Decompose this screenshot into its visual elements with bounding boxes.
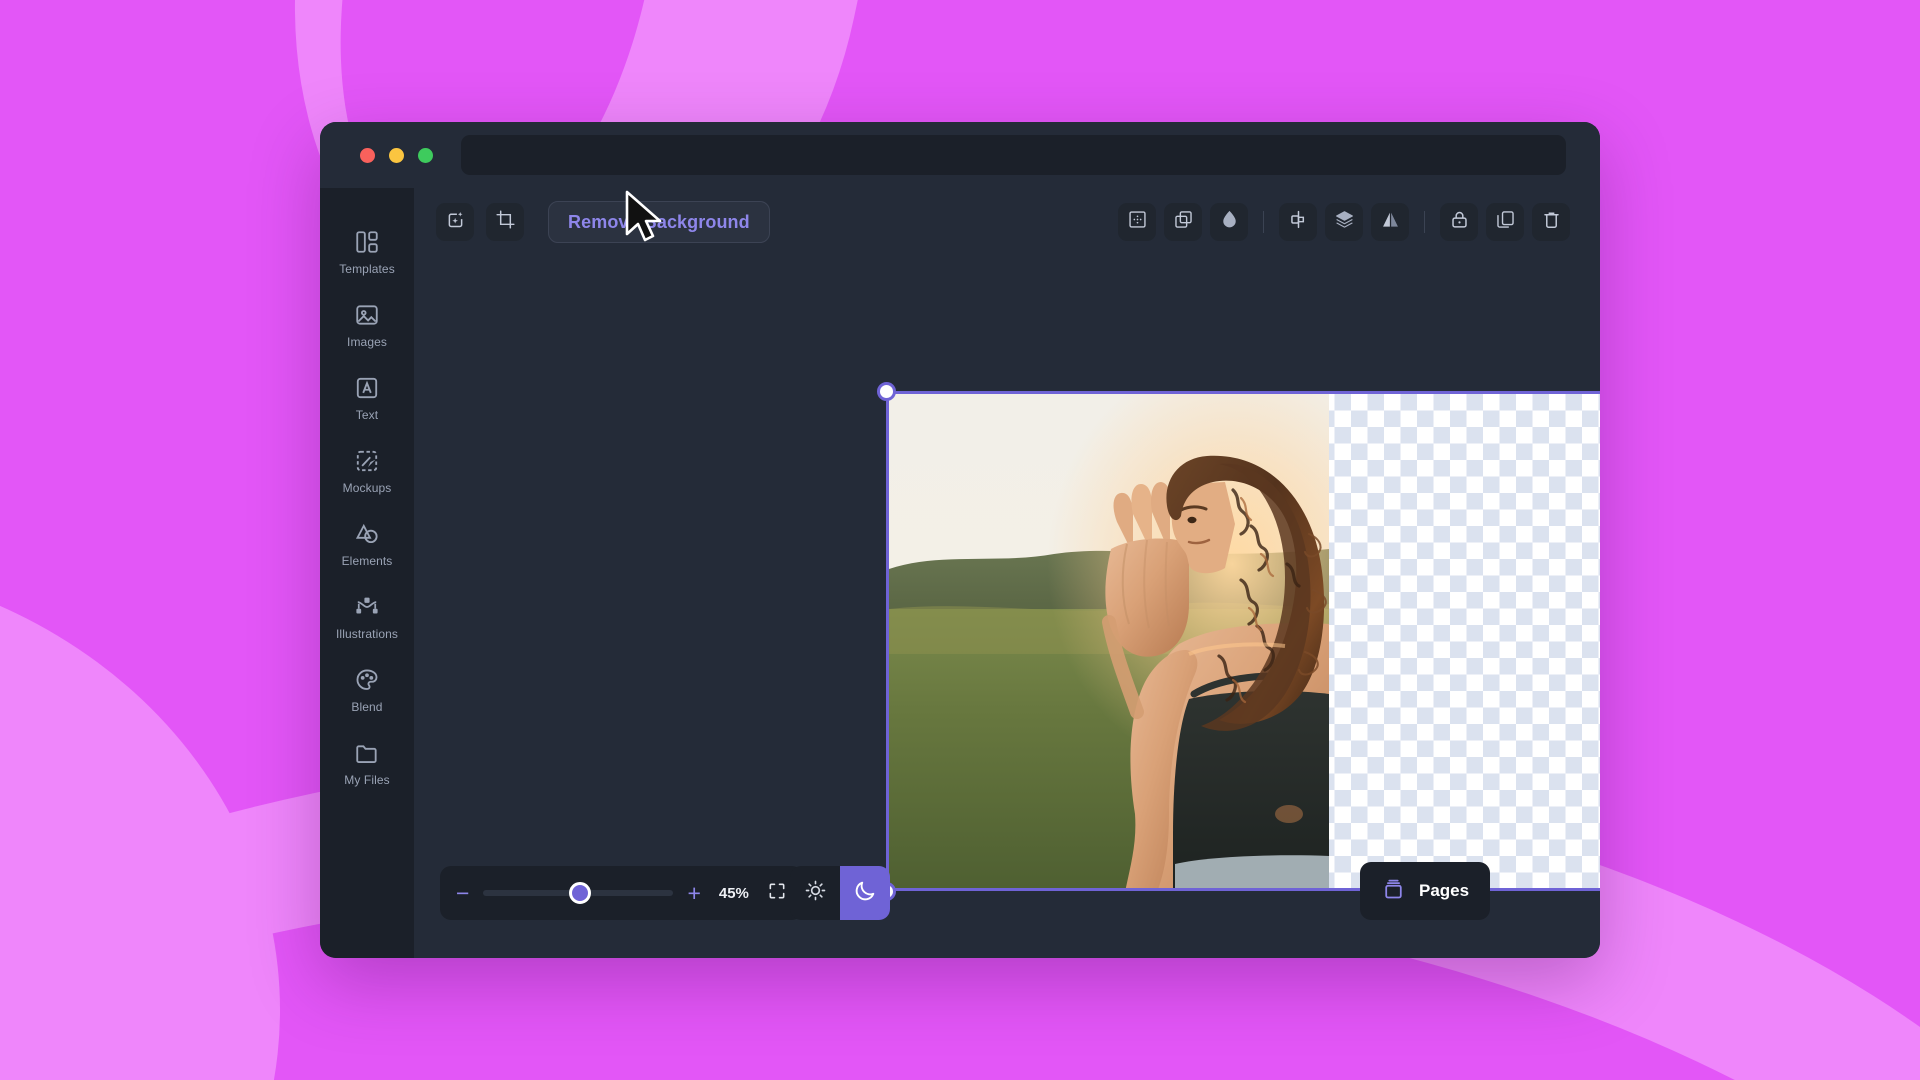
align-button[interactable] bbox=[1279, 203, 1317, 241]
traffic-lights bbox=[360, 148, 433, 163]
zoom-slider-thumb[interactable] bbox=[569, 882, 591, 904]
address-bar[interactable] bbox=[461, 135, 1566, 175]
sidebar-item-label: Blend bbox=[351, 700, 382, 714]
illustrations-icon bbox=[354, 594, 380, 620]
templates-icon bbox=[354, 229, 380, 255]
toolbar-right-group bbox=[1118, 203, 1570, 241]
layers-button[interactable] bbox=[1325, 203, 1363, 241]
crop-button[interactable] bbox=[486, 203, 524, 241]
remove-background-button[interactable]: Remove Background bbox=[548, 201, 770, 243]
zoom-level-value: 45% bbox=[715, 885, 753, 902]
sidebar-item-label: Templates bbox=[339, 262, 395, 276]
sidebar-item-label: Text bbox=[356, 408, 378, 422]
duplicate-button[interactable] bbox=[1486, 203, 1524, 241]
images-icon bbox=[354, 302, 380, 328]
theme-toggle-group bbox=[790, 866, 890, 920]
toolbar-separator bbox=[1424, 211, 1425, 233]
magic-wand-frame-icon bbox=[445, 209, 466, 235]
pages-label: Pages bbox=[1419, 881, 1469, 901]
screen: Templates Images bbox=[0, 0, 1920, 1080]
photo-layer[interactable] bbox=[889, 394, 1329, 891]
blend-icon bbox=[354, 667, 380, 693]
zoom-controls: − + 45% bbox=[440, 866, 803, 920]
fit-to-screen-button[interactable] bbox=[767, 881, 787, 906]
delete-button[interactable] bbox=[1532, 203, 1570, 241]
flip-horizontal-icon bbox=[1380, 209, 1401, 235]
my-files-icon bbox=[354, 740, 380, 766]
pages-stack-icon bbox=[1381, 876, 1406, 906]
toolbar-left-group: Remove Background bbox=[436, 201, 770, 243]
sidebar-item-label: Mockups bbox=[343, 481, 392, 495]
moon-icon bbox=[853, 879, 877, 908]
mockups-icon bbox=[354, 448, 380, 474]
close-window-button[interactable] bbox=[360, 148, 375, 163]
window-titlebar bbox=[320, 122, 1600, 188]
frame-stack-icon bbox=[1173, 209, 1194, 235]
resize-icon bbox=[1127, 209, 1148, 235]
frame-button[interactable] bbox=[1164, 203, 1202, 241]
theme-dark-button[interactable] bbox=[840, 866, 890, 920]
toolbar-separator bbox=[1263, 211, 1264, 233]
zoom-out-button[interactable]: − bbox=[456, 882, 469, 905]
sidebar-item-blend[interactable]: Blend bbox=[320, 654, 414, 727]
trash-icon bbox=[1541, 209, 1562, 235]
background-swirl-left bbox=[0, 560, 280, 1080]
elements-icon bbox=[354, 521, 380, 547]
theme-light-button[interactable] bbox=[790, 866, 840, 920]
resize-button[interactable] bbox=[1118, 203, 1156, 241]
droplet-icon bbox=[1219, 209, 1240, 235]
top-toolbar: Remove Background bbox=[414, 188, 1600, 256]
opacity-button[interactable] bbox=[1210, 203, 1248, 241]
align-center-vertical-icon bbox=[1288, 209, 1309, 235]
zoom-in-button[interactable]: + bbox=[687, 882, 700, 905]
magic-enhance-button[interactable] bbox=[436, 203, 474, 241]
sidebar-item-label: Elements bbox=[342, 554, 393, 568]
sidebar-item-illustrations[interactable]: Illustrations bbox=[320, 581, 414, 654]
lock-icon bbox=[1449, 209, 1470, 235]
sidebar-item-label: Images bbox=[347, 335, 387, 349]
sidebar-item-my-files[interactable]: My Files bbox=[320, 727, 414, 800]
copy-icon bbox=[1495, 209, 1516, 235]
sidebar-item-label: Illustrations bbox=[336, 627, 398, 641]
remove-background-label: Remove Background bbox=[568, 212, 750, 233]
sidebar-item-elements[interactable]: Elements bbox=[320, 508, 414, 581]
lock-button[interactable] bbox=[1440, 203, 1478, 241]
app-window: Templates Images bbox=[320, 122, 1600, 958]
pages-button[interactable]: Pages bbox=[1360, 862, 1490, 920]
handle-top-left[interactable] bbox=[877, 382, 896, 401]
maximize-window-button[interactable] bbox=[418, 148, 433, 163]
sidebar-item-mockups[interactable]: Mockups bbox=[320, 435, 414, 508]
sidebar-item-text[interactable]: Text bbox=[320, 362, 414, 435]
left-sidebar: Templates Images bbox=[320, 188, 414, 958]
fit-screen-icon bbox=[767, 881, 787, 906]
sidebar-item-images[interactable]: Images bbox=[320, 289, 414, 362]
sidebar-item-templates[interactable]: Templates bbox=[320, 216, 414, 289]
minimize-window-button[interactable] bbox=[389, 148, 404, 163]
artboard[interactable] bbox=[886, 391, 1600, 891]
crop-icon bbox=[495, 209, 516, 235]
text-icon bbox=[354, 375, 380, 401]
sidebar-item-label: My Files bbox=[344, 773, 389, 787]
layers-icon bbox=[1334, 209, 1355, 235]
sun-icon bbox=[804, 879, 827, 907]
canvas-workspace[interactable] bbox=[414, 256, 1600, 958]
zoom-slider-track[interactable] bbox=[483, 890, 673, 896]
flip-button[interactable] bbox=[1371, 203, 1409, 241]
